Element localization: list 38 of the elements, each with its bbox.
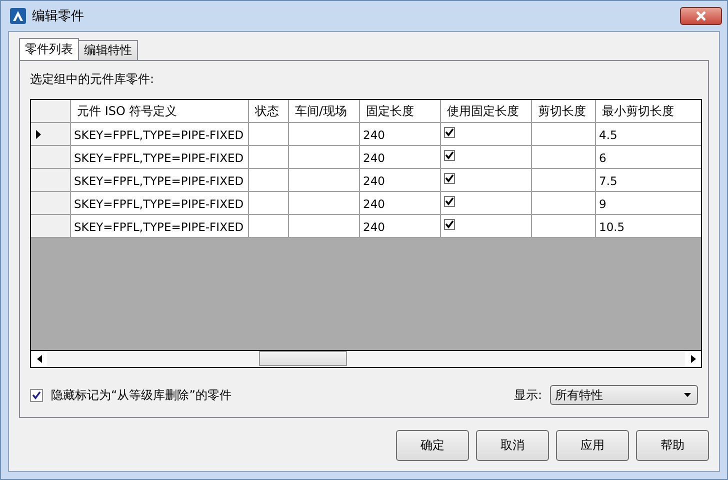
dialog-button[interactable]: 应用 [556, 430, 629, 461]
app-logo-icon [10, 8, 26, 24]
scroll-left-icon[interactable] [36, 355, 42, 363]
column-header[interactable]: 剪切长度 [532, 100, 596, 123]
table-cell [289, 215, 360, 238]
table-cell [249, 215, 289, 238]
column-header[interactable]: 状态 [249, 100, 289, 123]
dialog-button[interactable]: 取消 [476, 430, 549, 461]
grid-label: 选定组中的元件库零件: [30, 71, 156, 88]
table-cell: 240 [360, 215, 441, 238]
checkbox[interactable] [444, 219, 455, 230]
checkbox[interactable] [444, 127, 455, 138]
window-title: 编辑零件 [32, 8, 84, 25]
table-cell: 10.5 [596, 215, 701, 238]
column-header[interactable]: 使用固定长度 [441, 100, 532, 123]
checkbox-label: 隐藏标记为“从等级库删除”的零件 [51, 386, 232, 404]
close-icon [695, 11, 707, 21]
checkbox[interactable] [444, 196, 455, 207]
scroll-right-icon[interactable] [690, 355, 696, 363]
column-header[interactable]: 车间/现场 [289, 100, 360, 123]
tab[interactable]: 编辑特性 [78, 40, 138, 60]
checkbox[interactable] [444, 150, 455, 161]
display-dropdown[interactable]: 所有特性 [550, 385, 698, 405]
tab[interactable]: 零件列表 [19, 38, 79, 60]
horizontal-scrollbar[interactable] [31, 350, 701, 367]
display-label: 显示: [514, 386, 542, 404]
dialog-button[interactable]: 帮助 [636, 430, 709, 461]
dropdown-caret-icon [684, 393, 691, 397]
row-header[interactable] [31, 123, 71, 146]
close-button[interactable] [680, 7, 722, 25]
checkbox[interactable] [30, 388, 43, 402]
current-row-icon [36, 130, 41, 138]
column-header[interactable]: 元件 ISO 符号定义 [71, 100, 249, 123]
checkbox[interactable] [444, 173, 455, 184]
scrollbar-thumb[interactable] [259, 351, 347, 366]
table-cell: SKEY=FPFL,TYPE=PIPE-FIXED [71, 215, 249, 238]
dialog-button[interactable]: 确定 [396, 430, 469, 461]
column-header[interactable]: 固定长度 [360, 100, 441, 123]
